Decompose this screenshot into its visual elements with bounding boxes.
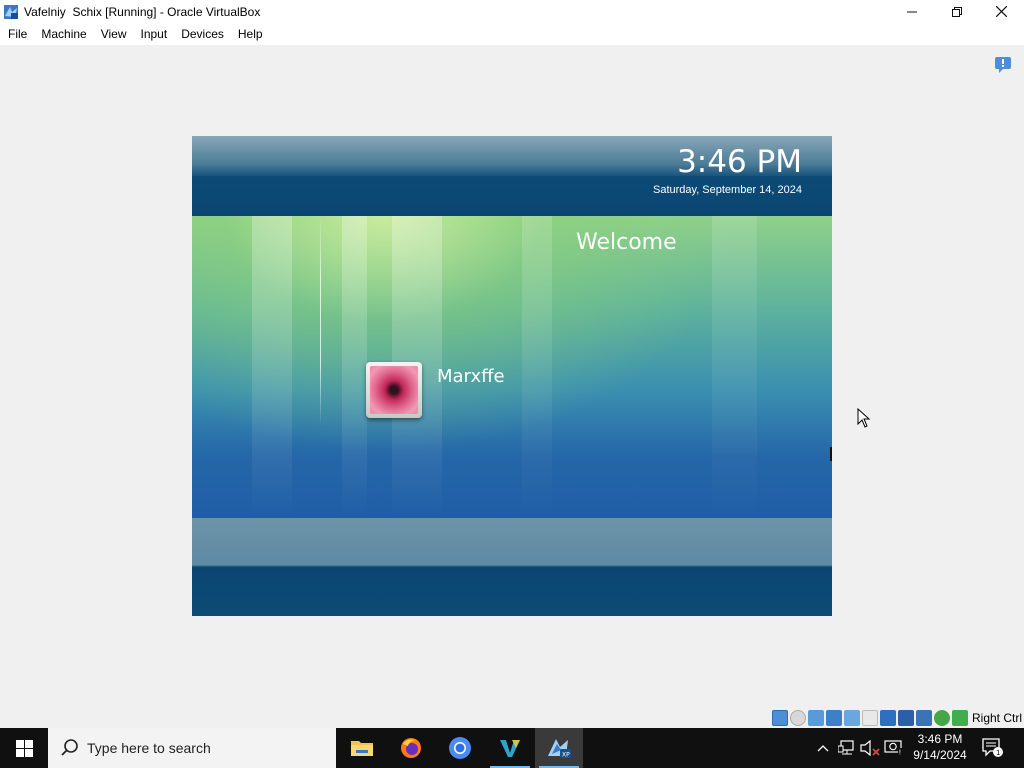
file-explorer-icon[interactable] xyxy=(338,728,386,768)
window-title: Vafelniy Schix [Running] - Oracle Virtua… xyxy=(24,4,261,19)
windows-taskbar: Type here to search XP ! 3:46 PM 9/14/20… xyxy=(0,728,1024,768)
user-avatar[interactable] xyxy=(366,362,422,418)
taskbar-time: 3:46 PM xyxy=(917,732,963,746)
vm-status-bar: Right Ctrl xyxy=(770,708,1024,728)
menu-input[interactable]: Input xyxy=(134,23,175,45)
menu-devices[interactable]: Devices xyxy=(174,23,231,45)
menu-bar: File Machine View Input Devices Help xyxy=(0,23,1024,45)
taskbar-search-box[interactable]: Type here to search xyxy=(48,728,336,768)
text-cursor-mark xyxy=(830,447,832,461)
taskbar-date: 9/14/2024 xyxy=(913,748,967,762)
title-bar: Vafelniy Schix [Running] - Oracle Virtua… xyxy=(0,0,1024,23)
display-icon[interactable] xyxy=(879,710,896,726)
svg-text:1: 1 xyxy=(996,749,1000,757)
mouse-integration-icon[interactable] xyxy=(933,710,950,726)
hard-disk-icon[interactable] xyxy=(771,710,788,726)
audio-icon[interactable] xyxy=(807,710,824,726)
mouse-pointer-icon xyxy=(857,407,871,428)
welcome-divider xyxy=(320,216,321,426)
menu-view[interactable]: View xyxy=(94,23,134,45)
menu-help[interactable]: Help xyxy=(231,23,270,45)
menu-machine[interactable]: Machine xyxy=(34,23,93,45)
welcome-heading: Welcome xyxy=(576,230,677,255)
svg-text:XP: XP xyxy=(562,752,570,759)
chrome-icon[interactable] xyxy=(436,728,484,768)
vm-clock: 3:46 PM xyxy=(677,144,802,180)
volume-muted-icon[interactable] xyxy=(859,728,881,768)
close-icon[interactable] xyxy=(979,0,1024,23)
vm-top-bar: 3:46 PM Saturday, September 14, 2024 xyxy=(192,136,832,216)
vm-date: Saturday, September 14, 2024 xyxy=(652,184,802,196)
firefox-icon[interactable] xyxy=(387,728,435,768)
vm-bottom-bar xyxy=(192,518,832,616)
keyboard-icon[interactable] xyxy=(951,710,968,726)
action-center-icon[interactable]: 1 xyxy=(980,728,1006,768)
optical-drive-icon[interactable] xyxy=(789,710,806,726)
shared-folders-icon[interactable] xyxy=(861,710,878,726)
pink-flower-avatar xyxy=(370,366,418,414)
user-name[interactable]: Marxffe xyxy=(437,366,505,387)
notification-balloon-icon[interactable] xyxy=(994,56,1012,74)
vm-display[interactable]: 3:46 PM Saturday, September 14, 2024 Wel… xyxy=(192,136,832,616)
show-hidden-icons-icon[interactable] xyxy=(812,728,834,768)
search-placeholder: Type here to search xyxy=(87,740,211,756)
svg-text:!: ! xyxy=(899,749,902,757)
start-button[interactable] xyxy=(0,728,48,768)
windows-logo-icon xyxy=(15,739,33,757)
virtualbox-window: Vafelniy Schix [Running] - Oracle Virtua… xyxy=(0,0,1024,728)
video-capture-icon[interactable] xyxy=(897,710,914,726)
virtualbox-vm-icon[interactable]: XP xyxy=(535,728,583,768)
network-icon[interactable] xyxy=(825,710,842,726)
restore-icon[interactable] xyxy=(934,0,979,23)
network-icon[interactable] xyxy=(836,728,858,768)
virtualbox-vm-icon xyxy=(3,4,19,20)
virtualbox-manager-icon[interactable] xyxy=(486,728,534,768)
vm-welcome-area: Welcome Marxffe xyxy=(192,216,832,518)
cpu-icon[interactable] xyxy=(915,710,932,726)
host-key-label: Right Ctrl xyxy=(971,711,1022,725)
menu-file[interactable]: File xyxy=(1,23,34,45)
minimize-icon[interactable] xyxy=(889,0,934,23)
alert-icon[interactable]: ! xyxy=(883,728,905,768)
search-icon xyxy=(60,738,80,758)
taskbar-clock[interactable]: 3:46 PM 9/14/2024 xyxy=(905,728,975,768)
usb-icon[interactable] xyxy=(843,710,860,726)
